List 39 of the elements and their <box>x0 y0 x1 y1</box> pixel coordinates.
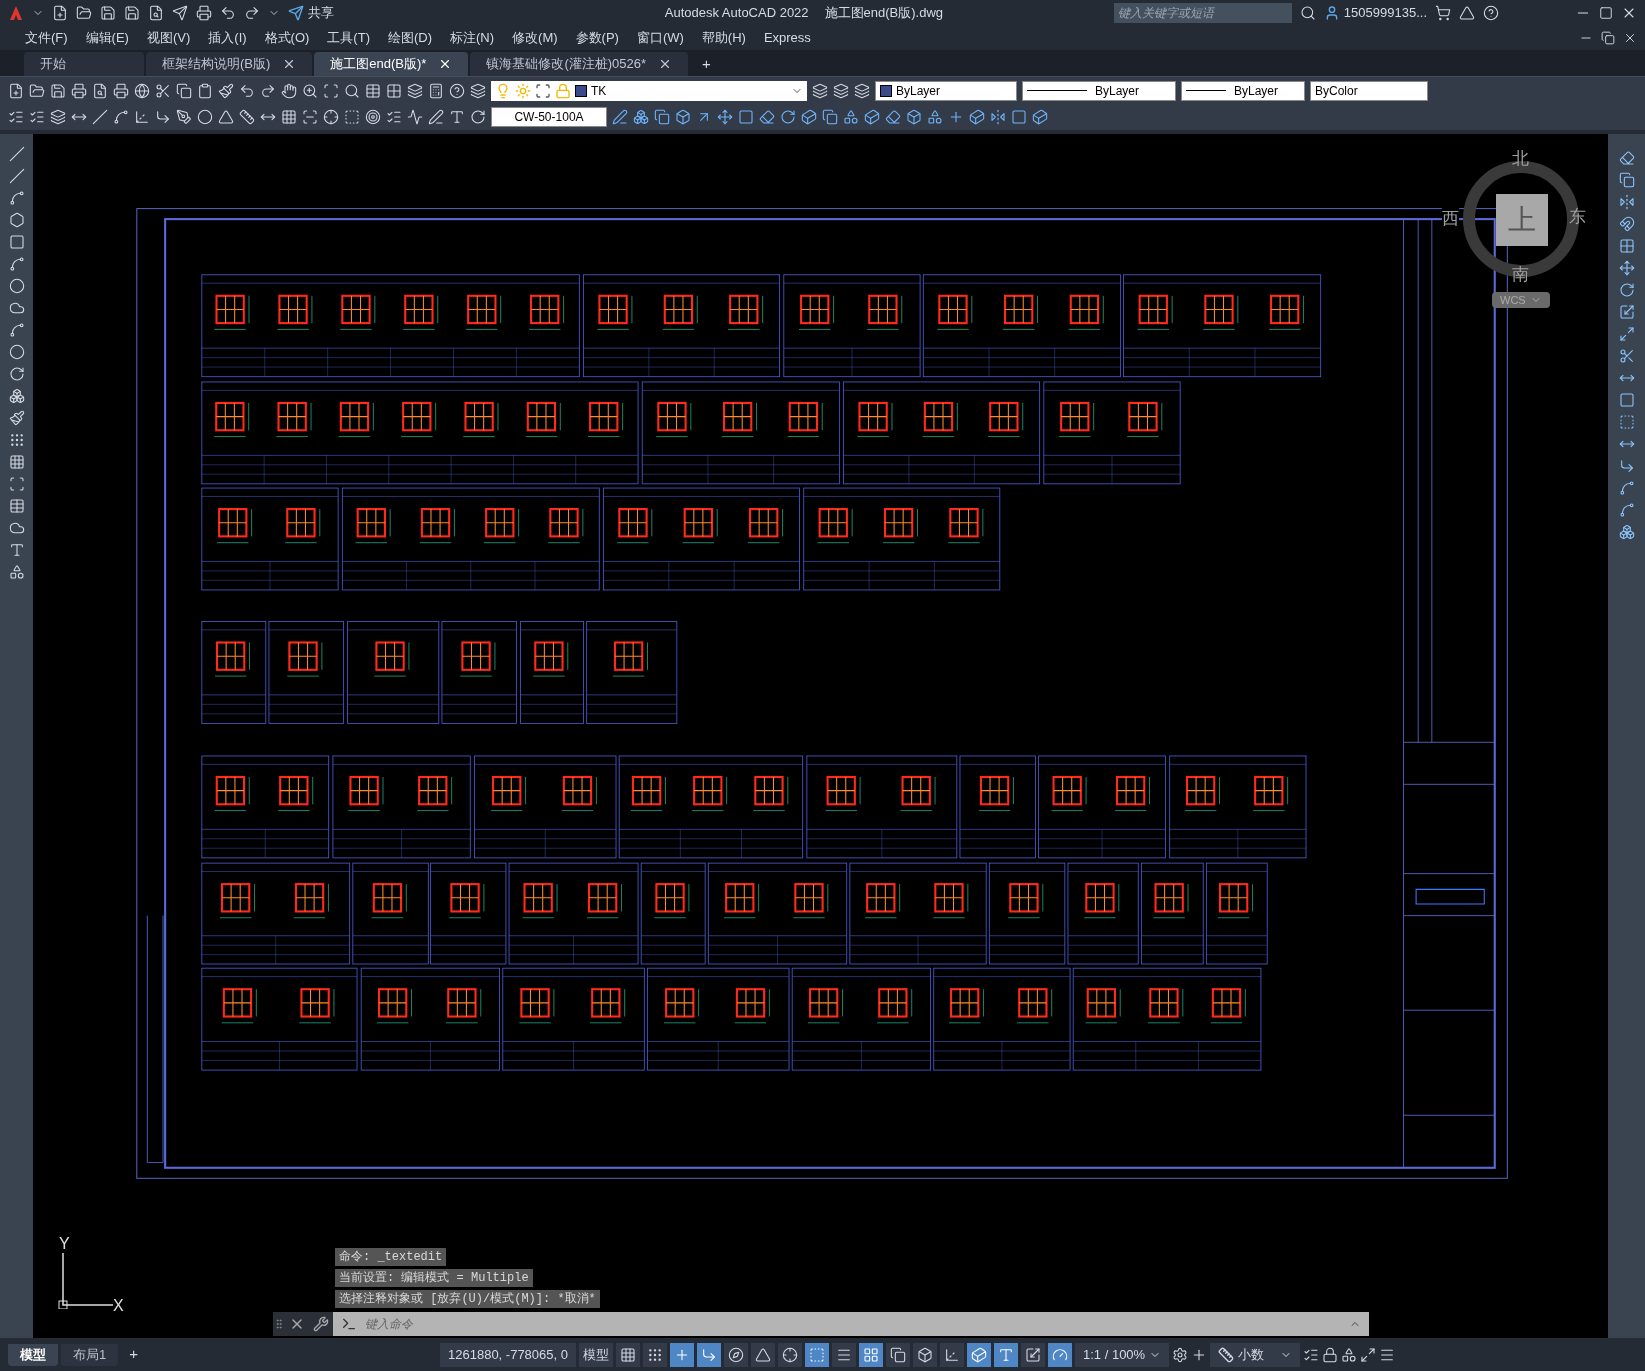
plot-style-dropdown[interactable]: ByColor <box>1310 80 1428 101</box>
user-menu[interactable]: 1505999135... <box>1323 3 1427 23</box>
menu-item[interactable]: 窗口(W) <box>627 28 693 48</box>
menu-item[interactable]: 插入(I) <box>199 28 256 48</box>
menu-item[interactable]: 标注(N) <box>441 28 504 48</box>
linetype-dropdown[interactable]: ByLayer <box>1022 80 1176 101</box>
lineweight-dropdown[interactable]: ByLayer <box>1181 80 1305 101</box>
ucs-axis-label: X <box>113 1296 124 1316</box>
document-tab[interactable]: 施工图end(B版)* <box>314 52 469 76</box>
coordinates-readout[interactable]: 1261880, -778065, 0 <box>440 1342 576 1367</box>
document-tab[interactable]: 镇海基础修改(灌注桩)0526* <box>470 52 689 76</box>
menu-item[interactable]: 文件(F) <box>16 28 77 48</box>
menu-item[interactable]: 修改(M) <box>503 28 567 48</box>
units-menu[interactable]: 小数 <box>1210 1342 1301 1367</box>
menu-item[interactable]: 帮助(H) <box>692 28 755 48</box>
compass-label[interactable]: 北 <box>1512 146 1529 172</box>
menu-item[interactable]: 格式(O) <box>255 28 319 48</box>
model-space-button[interactable]: 模型 <box>579 1342 613 1367</box>
menu-item[interactable]: 参数(P) <box>566 28 628 48</box>
layout-tab[interactable]: 模型 <box>8 1343 58 1366</box>
color-dropdown[interactable]: ByLayer <box>875 80 1017 101</box>
compass-label[interactable]: 东 <box>1569 204 1586 230</box>
dimension-style-dropdown[interactable]: CW-50-100A <box>491 107 607 127</box>
document-tab[interactable]: 开始 <box>24 52 144 76</box>
share-button[interactable]: 共享 <box>288 3 334 23</box>
layout-tab[interactable]: 布局1 <box>61 1343 119 1366</box>
menu-item[interactable]: 编辑(E) <box>76 28 138 48</box>
app-title: Autodesk AutoCAD 2022 <box>664 4 809 23</box>
ucs-axis-label: Y <box>59 1234 70 1254</box>
menu-item[interactable]: Express <box>754 28 820 48</box>
menu-item[interactable]: 工具(T) <box>318 28 379 48</box>
compass-label[interactable]: 南 <box>1512 262 1529 288</box>
document-tab[interactable]: 框架结构说明(B版) <box>146 52 313 76</box>
annotation-scale-menu[interactable]: 1:1 / 100% <box>1075 1342 1170 1367</box>
add-layout-button[interactable]: + <box>121 1343 146 1366</box>
menu-item[interactable]: 视图(V) <box>137 28 200 48</box>
menu-item[interactable]: 绘图(D) <box>378 28 441 48</box>
file-title: 施工图end(B版).dwg <box>824 4 944 23</box>
new-tab-button[interactable]: + <box>690 52 723 76</box>
